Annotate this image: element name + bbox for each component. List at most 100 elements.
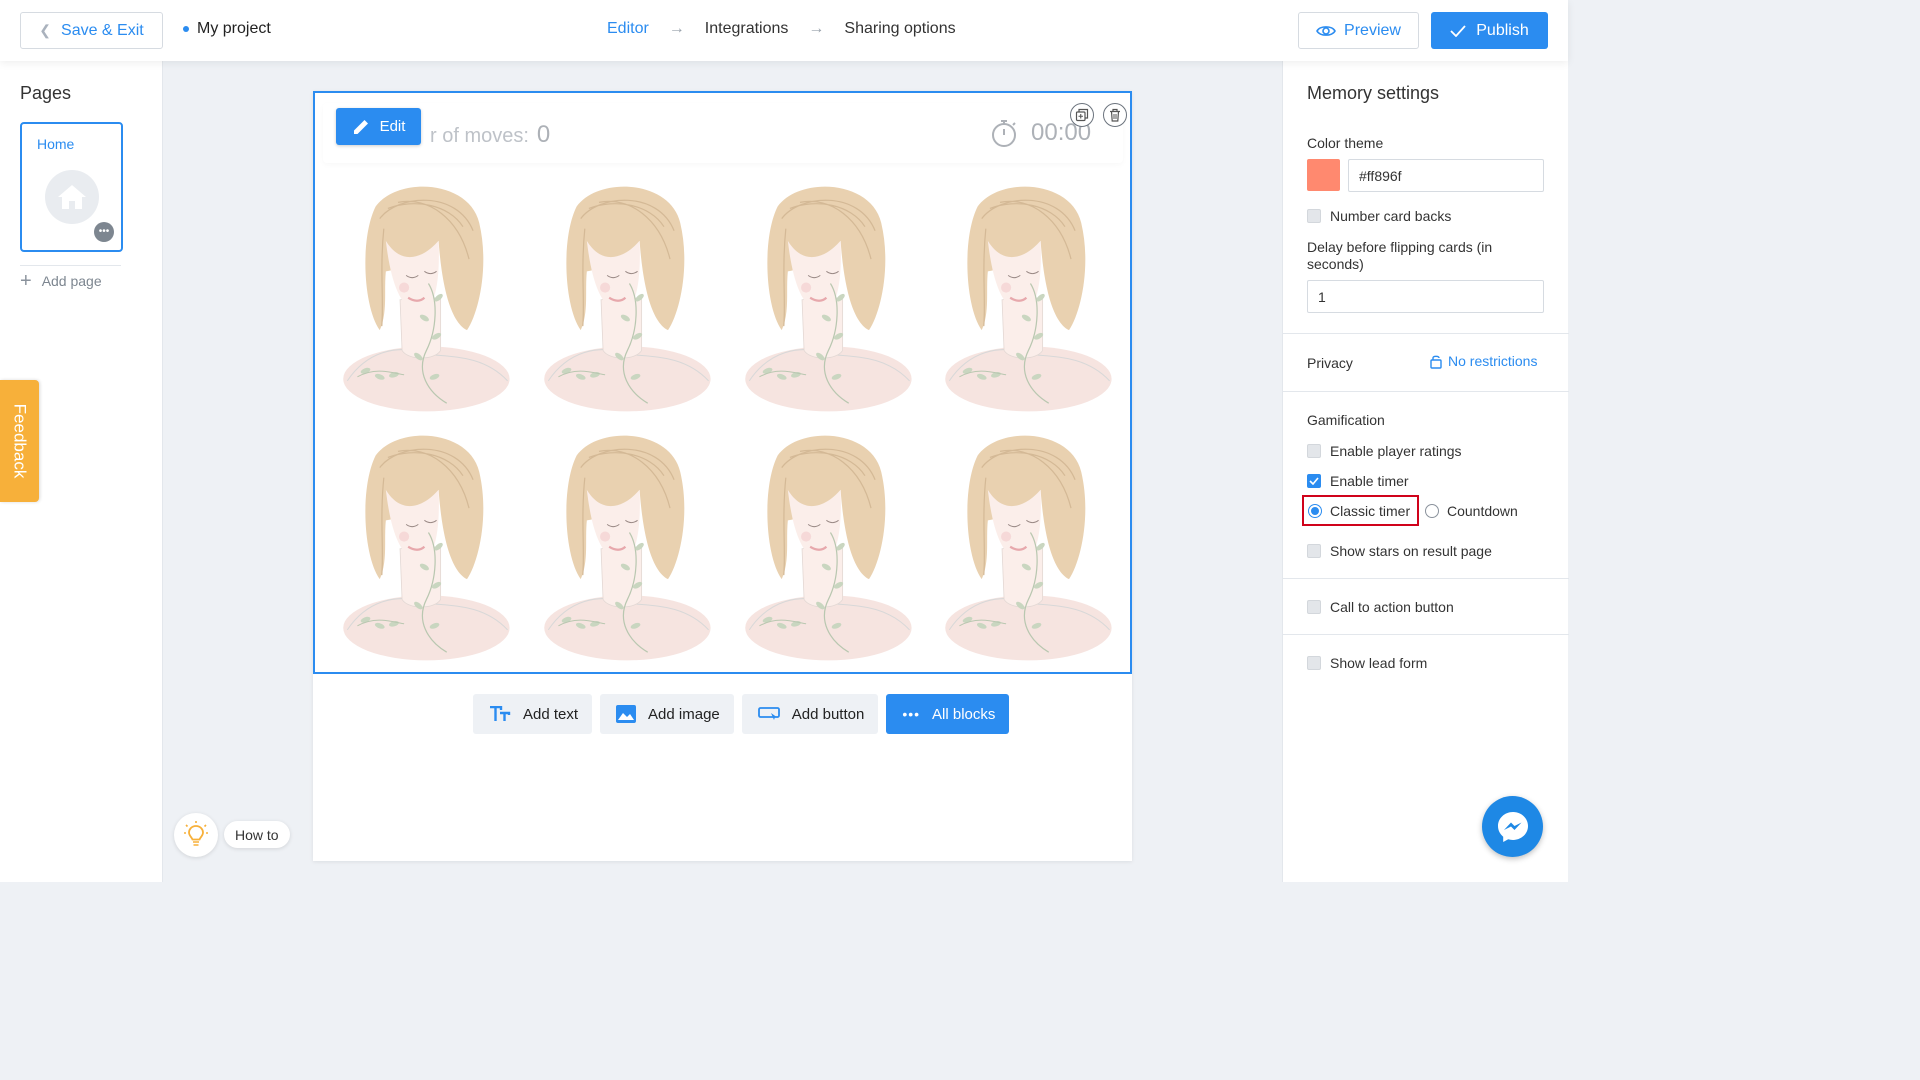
pages-title: Pages	[20, 83, 72, 103]
memory-card[interactable]	[929, 178, 1122, 421]
settings-title: Memory settings	[1307, 83, 1440, 103]
image-icon	[616, 705, 637, 723]
memory-card[interactable]	[729, 427, 922, 670]
button-icon	[757, 707, 780, 720]
project-name[interactable]: My project	[183, 20, 271, 38]
page-card-label: Home	[37, 136, 75, 152]
stopwatch-icon	[992, 120, 1016, 147]
memory-card[interactable]	[528, 427, 721, 670]
edit-block-button[interactable]: Edit	[336, 108, 421, 145]
classic-timer-radio[interactable]: Classic timer	[1308, 495, 1410, 526]
color-theme-swatch[interactable]	[1307, 159, 1340, 191]
section-divider	[1283, 391, 1569, 392]
text-icon	[490, 706, 511, 721]
memory-card[interactable]	[929, 427, 1122, 670]
enable-player-ratings-checkbox[interactable]: Enable player ratings	[1307, 443, 1462, 459]
enable-timer-checkbox[interactable]: Enable timer	[1307, 473, 1409, 489]
privacy-value: No restrictions	[1448, 353, 1538, 369]
plus-icon: +	[20, 270, 32, 292]
step-editor[interactable]: Editor	[607, 20, 649, 38]
feedback-label: Feedback	[10, 403, 30, 479]
countdown-label: Countdown	[1447, 502, 1518, 519]
publish-button[interactable]: Publish	[1431, 12, 1548, 49]
privacy-link[interactable]: No restrictions	[1430, 353, 1537, 369]
section-divider	[1283, 333, 1569, 334]
project-name-label: My project	[197, 20, 271, 37]
preview-label: Preview	[1344, 21, 1401, 39]
step-navigation: Editor → Integrations → Sharing options	[607, 20, 956, 38]
privacy-label: Privacy	[1307, 355, 1353, 371]
radio-selected-icon	[1308, 503, 1322, 518]
lightbulb-icon[interactable]	[174, 813, 218, 857]
add-blocks-toolbar: Add text Add image Add button ••• All bl…	[473, 694, 1010, 734]
duplicate-block-button[interactable]	[1070, 103, 1094, 127]
show-stars-checkbox[interactable]: Show stars on result page	[1307, 543, 1492, 559]
unsaved-dot-icon	[183, 26, 189, 32]
top-bar: ❮ Save & Exit My project Editor → Integr…	[0, 0, 1568, 61]
number-card-backs-checkbox[interactable]: Number card backs	[1307, 208, 1451, 224]
classic-timer-label: Classic timer	[1330, 502, 1411, 519]
feedback-tab[interactable]: Feedback	[0, 380, 39, 502]
color-theme-input[interactable]	[1348, 159, 1544, 192]
add-image-button[interactable]: Add image	[600, 694, 734, 734]
number-card-backs-label: Number card backs	[1330, 208, 1452, 224]
more-dots-icon: •••	[902, 706, 921, 722]
delay-input[interactable]	[1307, 280, 1544, 313]
enable-player-ratings-label: Enable player ratings	[1330, 443, 1462, 459]
call-to-action-label: Call to action button	[1330, 599, 1454, 615]
checkbox-icon	[1307, 444, 1321, 458]
trash-icon	[1110, 108, 1120, 122]
show-stars-label: Show stars on result page	[1330, 543, 1492, 559]
moves-label: r of moves:	[430, 125, 529, 147]
step-integrations[interactable]: Integrations	[705, 20, 789, 38]
moves-counter: r of moves: 0	[430, 121, 550, 149]
all-blocks-label: All blocks	[932, 705, 996, 723]
game-stats-bar: r of moves: 0 00:00	[323, 103, 1123, 163]
pencil-icon	[353, 119, 368, 134]
delay-label: Delay before flipping cards (in seconds)	[1307, 239, 1493, 272]
chevron-left-icon: ❮	[39, 22, 52, 38]
radio-icon	[1425, 503, 1439, 518]
add-text-button[interactable]: Add text	[473, 694, 593, 734]
checkbox-icon	[1307, 656, 1321, 670]
publish-label: Publish	[1476, 21, 1529, 39]
all-blocks-button[interactable]: ••• All blocks	[886, 694, 1010, 734]
call-to-action-checkbox[interactable]: Call to action button	[1307, 599, 1454, 615]
add-button-button[interactable]: Add button	[741, 694, 879, 734]
editor-canvas: r of moves: 0 00:00 Edit Add text Add im…	[313, 91, 1132, 861]
arrow-right-icon: →	[668, 20, 685, 37]
page-more-options-icon[interactable]: •••	[94, 222, 114, 242]
countdown-radio[interactable]: Countdown	[1425, 495, 1518, 526]
how-to-button[interactable]: How to	[224, 821, 290, 848]
cards-grid	[327, 178, 1122, 664]
page-card-home[interactable]: Home •••	[20, 122, 123, 252]
checkbox-icon	[1307, 544, 1321, 558]
memory-card[interactable]	[327, 178, 520, 421]
checkbox-icon	[1307, 209, 1321, 223]
add-image-label: Add image	[648, 705, 720, 723]
pages-divider	[20, 265, 121, 266]
messenger-chat-button[interactable]	[1482, 796, 1543, 857]
step-sharing-options[interactable]: Sharing options	[844, 20, 955, 38]
memory-card[interactable]	[528, 178, 721, 421]
save-exit-button[interactable]: ❮ Save & Exit	[20, 12, 163, 49]
settings-panel: Memory settings Color theme Number card …	[1282, 61, 1569, 882]
memory-card[interactable]	[729, 178, 922, 421]
checkbox-checked-icon	[1307, 474, 1321, 488]
delete-block-button[interactable]	[1103, 103, 1127, 127]
edit-label: Edit	[379, 118, 406, 135]
preview-button[interactable]: Preview	[1298, 12, 1419, 49]
memory-game-block[interactable]: r of moves: 0 00:00 Edit	[313, 91, 1132, 674]
eye-icon	[1316, 25, 1336, 36]
messenger-icon	[1497, 811, 1528, 842]
color-theme-label: Color theme	[1307, 135, 1384, 151]
add-text-label: Add text	[523, 705, 579, 723]
memory-card[interactable]	[327, 427, 520, 670]
moves-value: 0	[536, 121, 551, 148]
add-page-button[interactable]: + Add page	[20, 271, 102, 291]
show-lead-form-checkbox[interactable]: Show lead form	[1307, 655, 1427, 671]
checkbox-icon	[1307, 600, 1321, 614]
gamification-label: Gamification	[1307, 412, 1385, 428]
add-button-label: Add button	[791, 705, 865, 723]
section-divider	[1283, 578, 1569, 579]
